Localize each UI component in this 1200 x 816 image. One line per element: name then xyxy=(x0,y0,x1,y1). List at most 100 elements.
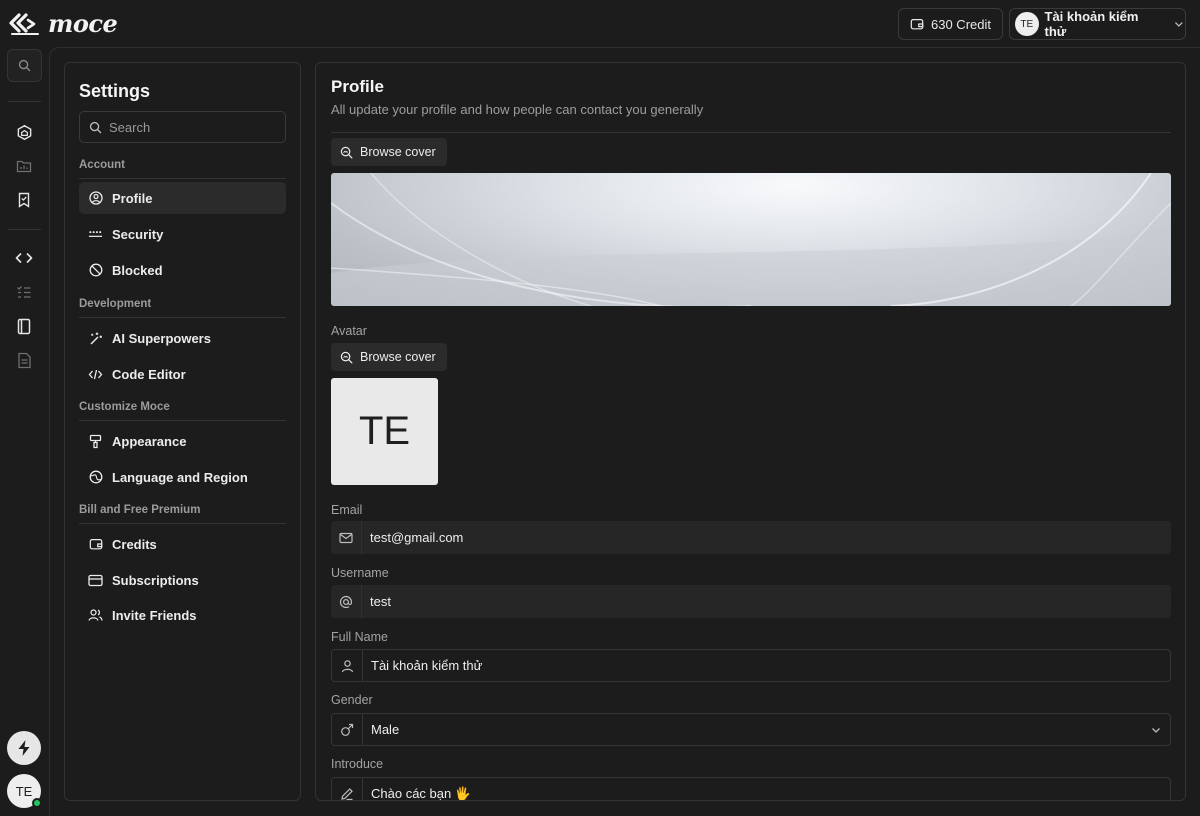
settings-item-profile[interactable]: Profile xyxy=(79,182,286,214)
email-field[interactable]: test@gmail.com xyxy=(331,521,1171,554)
settings-item-label: Subscriptions xyxy=(112,572,199,588)
account-menu-button[interactable]: TE Tài khoản kiểm thử xyxy=(1009,8,1186,40)
settings-item-appearance[interactable]: Appearance xyxy=(79,425,286,457)
top-bar: moce 630 Credit TE Tài khoản kiểm thử xyxy=(0,0,1200,47)
chevron-down-icon xyxy=(1142,724,1170,736)
browse-avatar-label: Browse cover xyxy=(360,350,436,364)
email-value: test@gmail.com xyxy=(370,530,464,545)
cover-image xyxy=(331,173,1171,306)
account-avatar: TE xyxy=(1015,12,1039,36)
settings-item-label: Profile xyxy=(112,190,153,206)
rail-divider xyxy=(8,229,41,230)
rail-code-button[interactable] xyxy=(13,247,35,269)
full-name-input[interactable]: Tài khoản kiểm thử xyxy=(331,649,1171,682)
rail-folder-button[interactable] xyxy=(13,155,35,177)
settings-item-security[interactable]: Security xyxy=(79,218,286,250)
image-search-icon xyxy=(340,351,353,363)
browse-cover-label: Browse cover xyxy=(360,145,436,159)
group-label-customize: Customize Moce xyxy=(79,401,170,413)
password-dots-icon xyxy=(88,227,103,242)
group-label-development: Development xyxy=(79,298,152,310)
avatar-initials: TE xyxy=(358,409,411,453)
settings-item-label: Security xyxy=(112,226,164,242)
group-divider xyxy=(79,317,286,318)
brand-logo[interactable]: moce xyxy=(8,9,118,38)
user-icon xyxy=(332,650,363,681)
introduce-label: Introduce xyxy=(331,757,384,771)
settings-item-label: AI Superpowers xyxy=(112,330,211,346)
browse-cover-button[interactable]: Browse cover xyxy=(331,138,447,166)
checklist-icon xyxy=(17,286,31,298)
rail-bookmark-button[interactable] xyxy=(13,189,35,211)
username-label: Username xyxy=(331,566,389,580)
pen-icon xyxy=(332,778,363,800)
profile-panel: Profile All update your profile and how … xyxy=(315,62,1186,801)
bookmark-check-icon xyxy=(18,192,30,208)
settings-item-code-editor[interactable]: Code Editor xyxy=(79,358,286,390)
settings-item-label: Code Editor xyxy=(112,366,186,382)
search-icon xyxy=(18,59,31,72)
home-hexagon-icon xyxy=(17,124,31,140)
settings-item-label: Blocked xyxy=(112,262,163,278)
brand-name: moce xyxy=(48,9,118,38)
rail-tasks-button[interactable] xyxy=(13,281,35,303)
male-symbol-icon xyxy=(332,714,363,745)
user-circle-icon xyxy=(88,191,103,206)
blocked-icon xyxy=(88,263,103,278)
folder-chart-icon xyxy=(16,160,32,173)
group-label-billing: Bill and Free Premium xyxy=(79,504,201,516)
search-icon xyxy=(89,121,102,133)
cover-wave-pattern xyxy=(331,173,1171,306)
settings-item-invite-friends[interactable]: Invite Friends xyxy=(79,599,286,631)
gender-select[interactable]: Male xyxy=(331,713,1171,746)
settings-title: Settings xyxy=(79,81,151,101)
lightning-bolt-icon xyxy=(18,740,30,756)
magic-wand-icon xyxy=(88,331,103,346)
image-search-icon xyxy=(340,146,353,158)
at-sign-icon xyxy=(331,585,362,618)
moce-logo-icon xyxy=(9,12,39,35)
rail-user-avatar[interactable]: TE xyxy=(7,774,42,808)
settings-search-input[interactable] xyxy=(109,119,279,135)
rail-divider xyxy=(8,101,41,102)
settings-item-label: Appearance xyxy=(112,433,187,449)
group-label-account: Account xyxy=(79,159,125,171)
settings-panel: Settings Account Profile Security Blocke… xyxy=(64,62,301,801)
settings-item-subscriptions[interactable]: Subscriptions xyxy=(79,564,286,596)
gender-label: Gender xyxy=(331,693,373,707)
introduce-value: Chào các bạn 🖐 xyxy=(371,785,472,801)
mail-icon xyxy=(331,521,362,554)
wallet-icon xyxy=(910,19,924,30)
username-field[interactable]: test xyxy=(331,585,1171,618)
browse-avatar-button[interactable]: Browse cover xyxy=(331,343,447,371)
settings-item-label: Language and Region xyxy=(112,469,248,485)
rail-home-button[interactable] xyxy=(13,121,35,143)
credit-button[interactable]: 630 Credit xyxy=(898,8,1003,40)
settings-item-blocked[interactable]: Blocked xyxy=(79,254,286,286)
settings-item-ai-superpowers[interactable]: AI Superpowers xyxy=(79,322,286,354)
rail-document-button[interactable] xyxy=(13,349,35,371)
settings-item-language-region[interactable]: Language and Region xyxy=(79,461,286,493)
online-status-dot xyxy=(32,798,42,808)
wallet-icon xyxy=(88,537,103,552)
page-subtitle: All update your profile and how people c… xyxy=(331,102,704,117)
full-name-label: Full Name xyxy=(331,630,388,644)
avatar-label: Avatar xyxy=(331,324,367,338)
settings-item-credits[interactable]: Credits xyxy=(79,528,286,560)
email-label: Email xyxy=(331,503,363,517)
full-name-value: Tài khoản kiểm thử xyxy=(371,658,483,673)
group-divider xyxy=(79,523,286,524)
avatar-preview: TE xyxy=(331,378,438,485)
account-name: Tài khoản kiểm thử xyxy=(1044,9,1139,39)
settings-search-box[interactable] xyxy=(79,111,286,143)
code-slash-icon xyxy=(88,367,103,382)
rail-upgrade-button[interactable] xyxy=(7,731,41,765)
rail-notebook-button[interactable] xyxy=(13,315,35,337)
username-value: test xyxy=(370,594,391,609)
group-divider xyxy=(79,178,286,179)
left-rail: TE xyxy=(0,47,48,816)
document-icon xyxy=(17,352,31,368)
rail-search-button[interactable] xyxy=(7,49,42,82)
gender-value: Male xyxy=(371,722,400,737)
introduce-input[interactable]: Chào các bạn 🖐 xyxy=(331,777,1171,801)
